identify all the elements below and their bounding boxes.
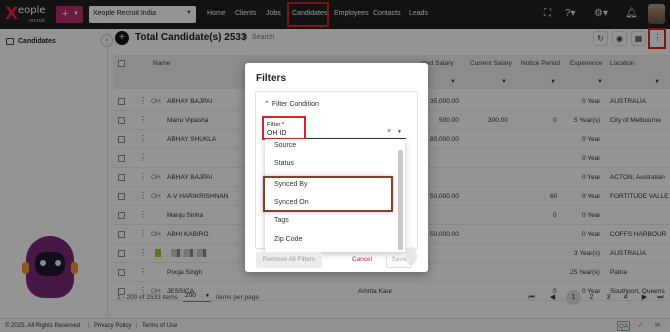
dropdown-scrollbar[interactable] [398,150,403,250]
option-source[interactable]: Source [274,142,296,149]
modal-title: Filters [256,73,287,84]
chevron-down-icon[interactable]: ▼ [397,129,402,135]
option-status[interactable]: Status [274,160,294,167]
filter-field-highlight-box [262,116,306,140]
remove-all-filters-button[interactable]: Remove All Filters [256,252,322,268]
cancel-button[interactable]: Cancel [346,252,378,268]
option-zip-code[interactable]: Zip Code [274,236,302,243]
synced-options-highlight-box [263,176,393,212]
clear-filter-icon[interactable]: × [387,128,391,135]
filter-condition-label: Filter Condition [271,101,319,108]
filter-condition-toggle[interactable]: ⌃ Filter Condition [264,100,319,108]
option-tags[interactable]: Tags [274,217,289,224]
save-button[interactable]: Save [386,252,412,268]
